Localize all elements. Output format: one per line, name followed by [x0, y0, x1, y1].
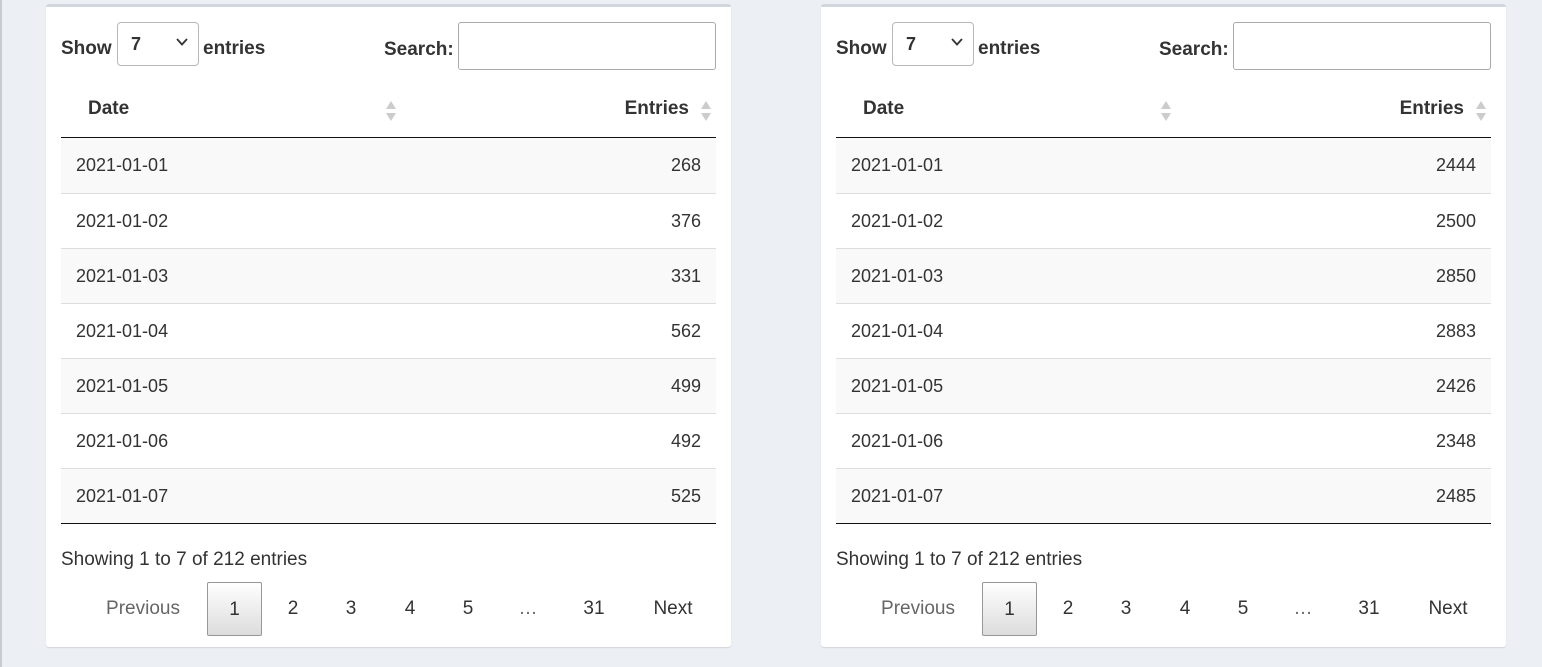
chevron-down-icon — [176, 38, 188, 46]
data-table: Date Entries 2021-01-01 268 2021-01-02 3… — [61, 81, 716, 524]
cell-entries: 2485 — [1435, 486, 1476, 506]
cell-entries: 562 — [670, 321, 701, 341]
pagination: Previous 1 2 3 4 5 … 31 Next — [821, 582, 1506, 636]
column-header-entries-label: Entries — [1399, 98, 1464, 119]
length-show-label: Show — [836, 38, 887, 59]
table-header: Date Entries — [836, 81, 1491, 138]
pagination-next-button[interactable]: Next — [643, 582, 703, 636]
table-row: 2021-01-07 525 — [61, 468, 716, 523]
pagination-page-button[interactable]: 1 — [207, 582, 262, 636]
cell-date: 2021-01-02 — [76, 211, 169, 231]
datatable-panel-1: Show 7 entries Search: Date Entries 2021… — [46, 4, 731, 647]
cell-entries: 2348 — [1435, 431, 1476, 451]
pagination-page-button[interactable]: 5 — [1223, 582, 1263, 636]
sort-both-icon — [386, 101, 396, 121]
search-input[interactable] — [458, 22, 716, 70]
table-info-text: Showing 1 to 7 of 212 entries — [836, 549, 1083, 570]
cell-date: 2021-01-05 — [76, 376, 169, 396]
length-show-label: Show — [61, 38, 112, 59]
cell-entries: 499 — [670, 376, 701, 396]
page-length-value: 7 — [906, 34, 917, 54]
cell-date: 2021-01-04 — [851, 321, 944, 341]
cell-date: 2021-01-06 — [76, 431, 169, 451]
table-row: 2021-01-05 499 — [61, 358, 716, 413]
pagination-page-button[interactable]: 3 — [1106, 582, 1146, 636]
cell-date: 2021-01-01 — [851, 155, 944, 175]
table-row: 2021-01-04 562 — [61, 303, 716, 358]
table-info-text: Showing 1 to 7 of 212 entries — [61, 549, 308, 570]
table-row: 2021-01-06 492 — [61, 413, 716, 468]
length-entries-label: entries — [203, 38, 266, 59]
pagination-page-button[interactable]: 5 — [448, 582, 488, 636]
pagination-previous-button[interactable]: Previous — [873, 582, 963, 636]
pagination-previous-button[interactable]: Previous — [98, 582, 188, 636]
pagination-page-button[interactable]: 4 — [390, 582, 430, 636]
cell-entries: 2500 — [1435, 211, 1476, 231]
column-header-entries[interactable]: Entries — [397, 81, 716, 137]
table-row: 2021-01-05 2426 — [836, 358, 1491, 413]
table-body: 2021-01-01 2444 2021-01-02 2500 2021-01-… — [836, 138, 1491, 524]
cell-date: 2021-01-04 — [76, 321, 169, 341]
cell-entries: 2883 — [1435, 321, 1476, 341]
table-row: 2021-01-04 2883 — [836, 303, 1491, 358]
cell-entries: 331 — [670, 266, 701, 286]
column-header-entries-label: Entries — [624, 98, 689, 119]
column-header-date-label: Date — [88, 98, 130, 119]
cell-date: 2021-01-03 — [851, 266, 944, 286]
cell-date: 2021-01-02 — [851, 211, 944, 231]
sort-both-icon — [701, 101, 711, 121]
table-row: 2021-01-07 2485 — [836, 468, 1491, 523]
cell-entries: 268 — [670, 155, 701, 175]
search-label: Search: — [384, 39, 454, 60]
cell-date: 2021-01-01 — [76, 155, 169, 175]
pagination-page-button[interactable]: 4 — [1165, 582, 1205, 636]
cell-date: 2021-01-06 — [851, 431, 944, 451]
sort-both-icon — [1476, 101, 1486, 121]
column-header-date-label: Date — [863, 98, 905, 119]
table-row: 2021-01-01 2444 — [836, 138, 1491, 193]
table-row: 2021-01-02 376 — [61, 193, 716, 248]
table-body: 2021-01-01 268 2021-01-02 376 2021-01-03… — [61, 138, 716, 524]
data-table: Date Entries 2021-01-01 2444 2021-01-02 … — [836, 81, 1491, 524]
cell-date: 2021-01-05 — [851, 376, 944, 396]
datatable-panel-2: Show 7 entries Search: Date Entries 2021… — [821, 4, 1506, 647]
table-row: 2021-01-03 2850 — [836, 248, 1491, 303]
pagination-ellipsis: … — [518, 598, 538, 619]
pagination-next-button[interactable]: Next — [1418, 582, 1478, 636]
page-left-border — [0, 0, 2, 667]
table-row: 2021-01-01 268 — [61, 138, 716, 193]
table-row: 2021-01-06 2348 — [836, 413, 1491, 468]
cell-date: 2021-01-07 — [851, 486, 944, 506]
table-row: 2021-01-03 331 — [61, 248, 716, 303]
table-row: 2021-01-02 2500 — [836, 193, 1491, 248]
cell-date: 2021-01-03 — [76, 266, 169, 286]
pagination-page-button[interactable]: 31 — [574, 582, 614, 636]
sort-both-icon — [1161, 101, 1171, 121]
page-length-select[interactable]: 7 — [892, 22, 974, 66]
cell-entries: 2850 — [1435, 266, 1476, 286]
cell-entries: 2426 — [1435, 376, 1476, 396]
cell-entries: 376 — [670, 211, 701, 231]
table-header: Date Entries — [61, 81, 716, 138]
pagination-page-button[interactable]: 3 — [331, 582, 371, 636]
pagination-ellipsis: … — [1293, 598, 1313, 619]
pagination: Previous 1 2 3 4 5 … 31 Next — [46, 582, 731, 636]
cell-date: 2021-01-07 — [76, 486, 169, 506]
length-entries-label: entries — [978, 38, 1041, 59]
pagination-page-button[interactable]: 1 — [982, 582, 1037, 636]
page-length-select[interactable]: 7 — [117, 22, 199, 66]
pagination-page-button[interactable]: 2 — [273, 582, 313, 636]
cell-entries: 525 — [670, 486, 701, 506]
column-header-date[interactable]: Date — [836, 81, 1172, 137]
column-header-entries[interactable]: Entries — [1172, 81, 1491, 137]
cell-entries: 2444 — [1435, 155, 1476, 175]
cell-entries: 492 — [670, 431, 701, 451]
pagination-page-button[interactable]: 31 — [1349, 582, 1389, 636]
chevron-down-icon — [951, 38, 963, 46]
page-length-value: 7 — [131, 34, 142, 54]
pagination-page-button[interactable]: 2 — [1048, 582, 1088, 636]
column-header-date[interactable]: Date — [61, 81, 397, 137]
search-input[interactable] — [1233, 22, 1491, 70]
search-label: Search: — [1159, 39, 1229, 60]
